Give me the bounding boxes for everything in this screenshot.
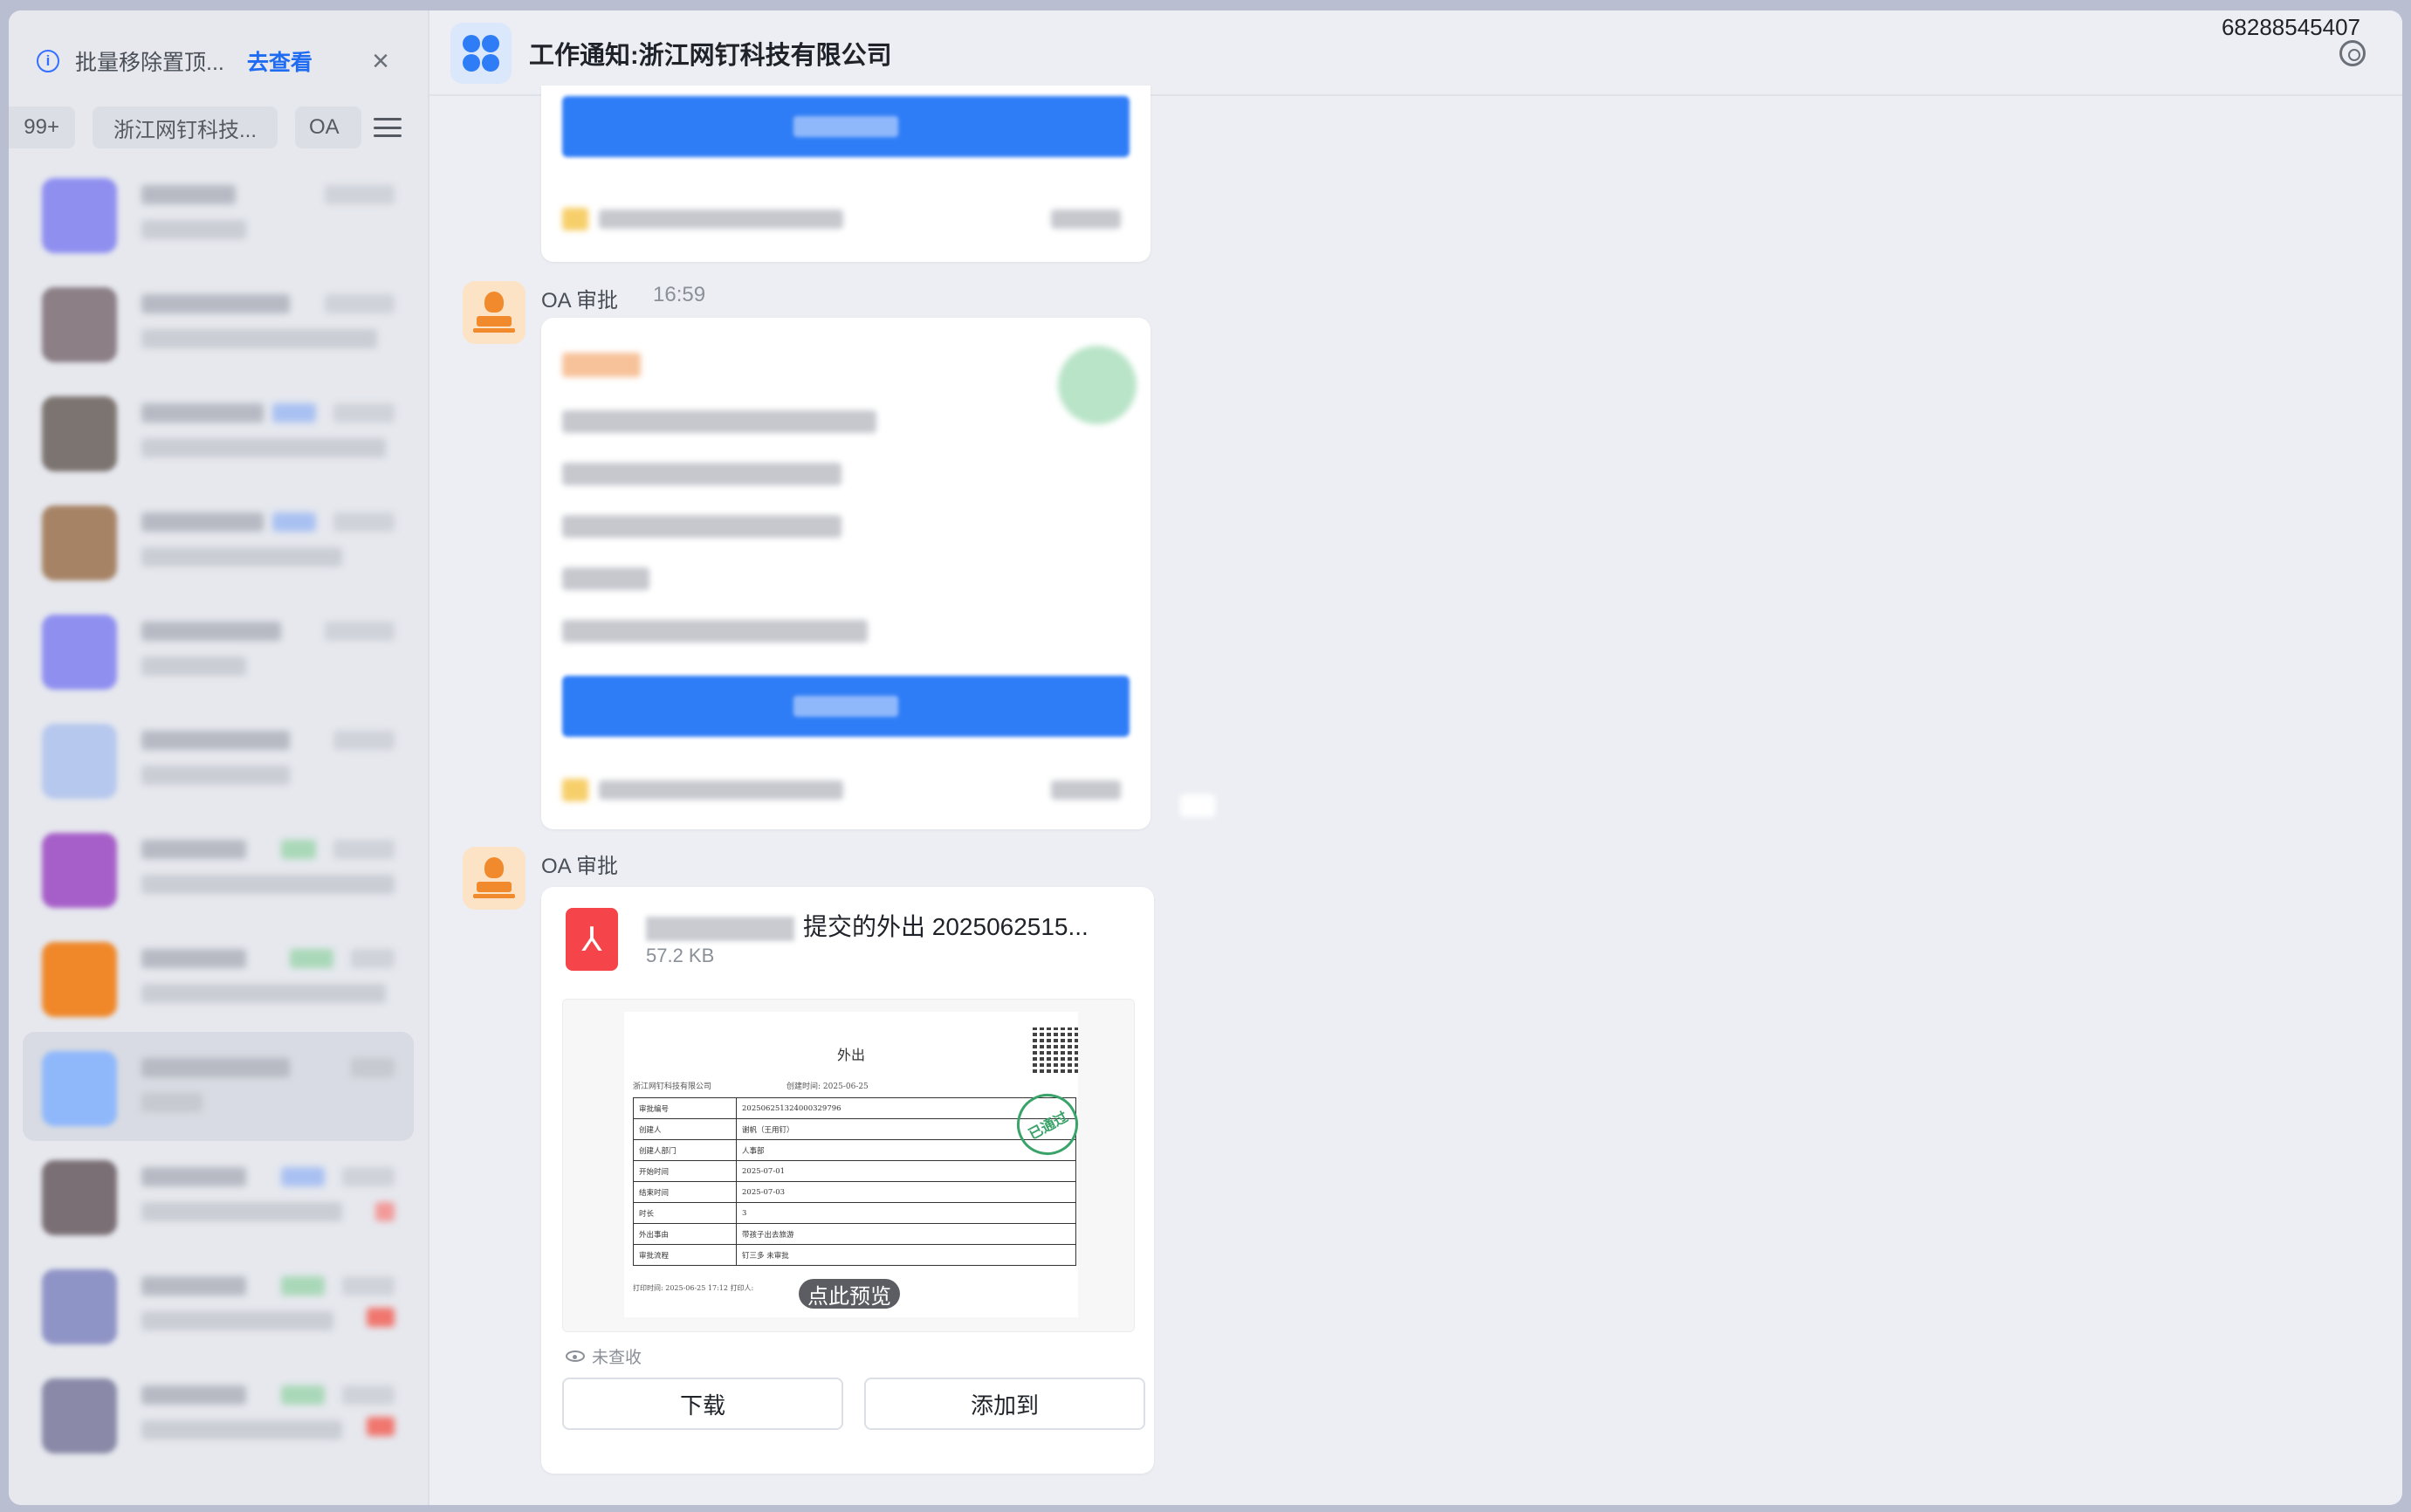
notice-view-link[interactable]: 去查看 xyxy=(247,45,313,77)
document-footer: 打印时间: 2025-06-25 17:12 打印人: xyxy=(633,1284,754,1292)
list-item[interactable] xyxy=(9,1359,428,1468)
filter-chips: 99+ 浙江网钉科技... OA xyxy=(9,103,428,152)
avatar xyxy=(42,1378,117,1454)
conversation-sidebar: i 批量移除置顶... 去查看 × 99+ 浙江网钉科技... OA xyxy=(9,10,429,1505)
work-notice-app-icon xyxy=(450,23,512,84)
file-name[interactable]: 提交的外出 2025062515... xyxy=(646,908,1089,943)
document-created: 创建时间: 2025-06-25 xyxy=(786,1082,869,1091)
avatar xyxy=(42,287,117,362)
chip-oa[interactable]: OA xyxy=(295,107,362,148)
message-time: 16:59 xyxy=(653,283,706,306)
list-item[interactable] xyxy=(9,1250,428,1359)
file-card[interactable]: ⅄ 提交的外出 2025062515... 57.2 KB 外出 浙江网钉科技有… xyxy=(541,887,1154,1474)
oa-approval-avatar xyxy=(463,281,525,344)
avatar xyxy=(42,396,117,471)
menu-icon[interactable] xyxy=(374,118,402,137)
approval-card-previous xyxy=(541,86,1151,262)
list-item-selected[interactable] xyxy=(23,1032,414,1141)
approval-card xyxy=(541,318,1151,829)
pin-notice-banner: i 批量移除置顶... 去查看 × xyxy=(37,35,412,87)
oa-approval-avatar xyxy=(463,847,525,910)
file-preview[interactable]: 外出 浙江网钉科技有限公司 创建时间: 2025-06-25 审批编号 20250… xyxy=(562,999,1135,1332)
list-item[interactable] xyxy=(9,814,428,923)
avatar xyxy=(42,615,117,690)
list-item[interactable] xyxy=(9,595,428,704)
list-item[interactable] xyxy=(9,377,428,486)
document-title: 外出 xyxy=(836,1047,865,1063)
card-action-button[interactable] xyxy=(562,96,1130,157)
chat-panel: 工作通知:浙江网钉科技有限公司 68288545407 OA 审批 16:59 xyxy=(429,10,2402,1505)
list-item[interactable] xyxy=(9,1141,428,1250)
document-company: 浙江网钉科技有限公司 xyxy=(633,1082,712,1091)
notice-text: 批量移除置顶... xyxy=(75,51,224,75)
avatar xyxy=(42,833,117,908)
info-icon: i xyxy=(37,50,59,72)
avatar xyxy=(42,1051,117,1126)
avatar xyxy=(42,505,117,581)
add-to-button[interactable]: 添加到 xyxy=(864,1378,1145,1430)
list-item[interactable] xyxy=(9,268,428,377)
preview-button[interactable]: 点此预览 xyxy=(799,1279,900,1309)
document-thumbnail: 外出 浙江网钉科技有限公司 创建时间: 2025-06-25 审批编号 20250… xyxy=(624,1012,1089,1317)
account-id: 68288545407 xyxy=(2221,14,2360,40)
gear-icon[interactable] xyxy=(2339,40,2366,66)
eye-icon xyxy=(566,1350,585,1362)
read-status: 未查收 xyxy=(566,1344,642,1368)
file-size: 57.2 KB xyxy=(646,945,715,966)
avatar xyxy=(42,942,117,1017)
qr-code-icon xyxy=(1033,1027,1078,1073)
chat-header: 工作通知:浙江网钉科技有限公司 68288545407 xyxy=(429,10,2402,96)
app-window: i 批量移除置顶... 去查看 × 99+ 浙江网钉科技... OA 工作通知:… xyxy=(9,10,2402,1505)
document-table: 审批编号 202506251324000329796 创建人 谢帆（王用钉） 创建人… xyxy=(633,1097,1076,1266)
list-item[interactable] xyxy=(9,159,428,268)
card-action-button[interactable] xyxy=(562,676,1130,737)
sender-name: OA 审批 xyxy=(541,289,619,313)
chat-title: 工作通知:浙江网钉科技有限公司 xyxy=(529,42,892,70)
list-item[interactable] xyxy=(9,486,428,595)
list-item[interactable] xyxy=(9,923,428,1032)
avatar xyxy=(42,178,117,253)
download-button[interactable]: 下载 xyxy=(562,1378,843,1430)
chip-unread[interactable]: 99+ xyxy=(9,107,75,148)
avatar xyxy=(42,1269,117,1344)
avatar xyxy=(42,1160,117,1235)
close-icon[interactable]: × xyxy=(372,46,389,76)
list-item[interactable] xyxy=(9,704,428,814)
avatar xyxy=(42,724,117,799)
chip-company[interactable]: 浙江网钉科技... xyxy=(93,107,278,148)
sender-name: OA 审批 xyxy=(541,855,619,878)
pdf-icon: ⅄ xyxy=(566,908,618,971)
conversation-list xyxy=(9,159,428,1468)
